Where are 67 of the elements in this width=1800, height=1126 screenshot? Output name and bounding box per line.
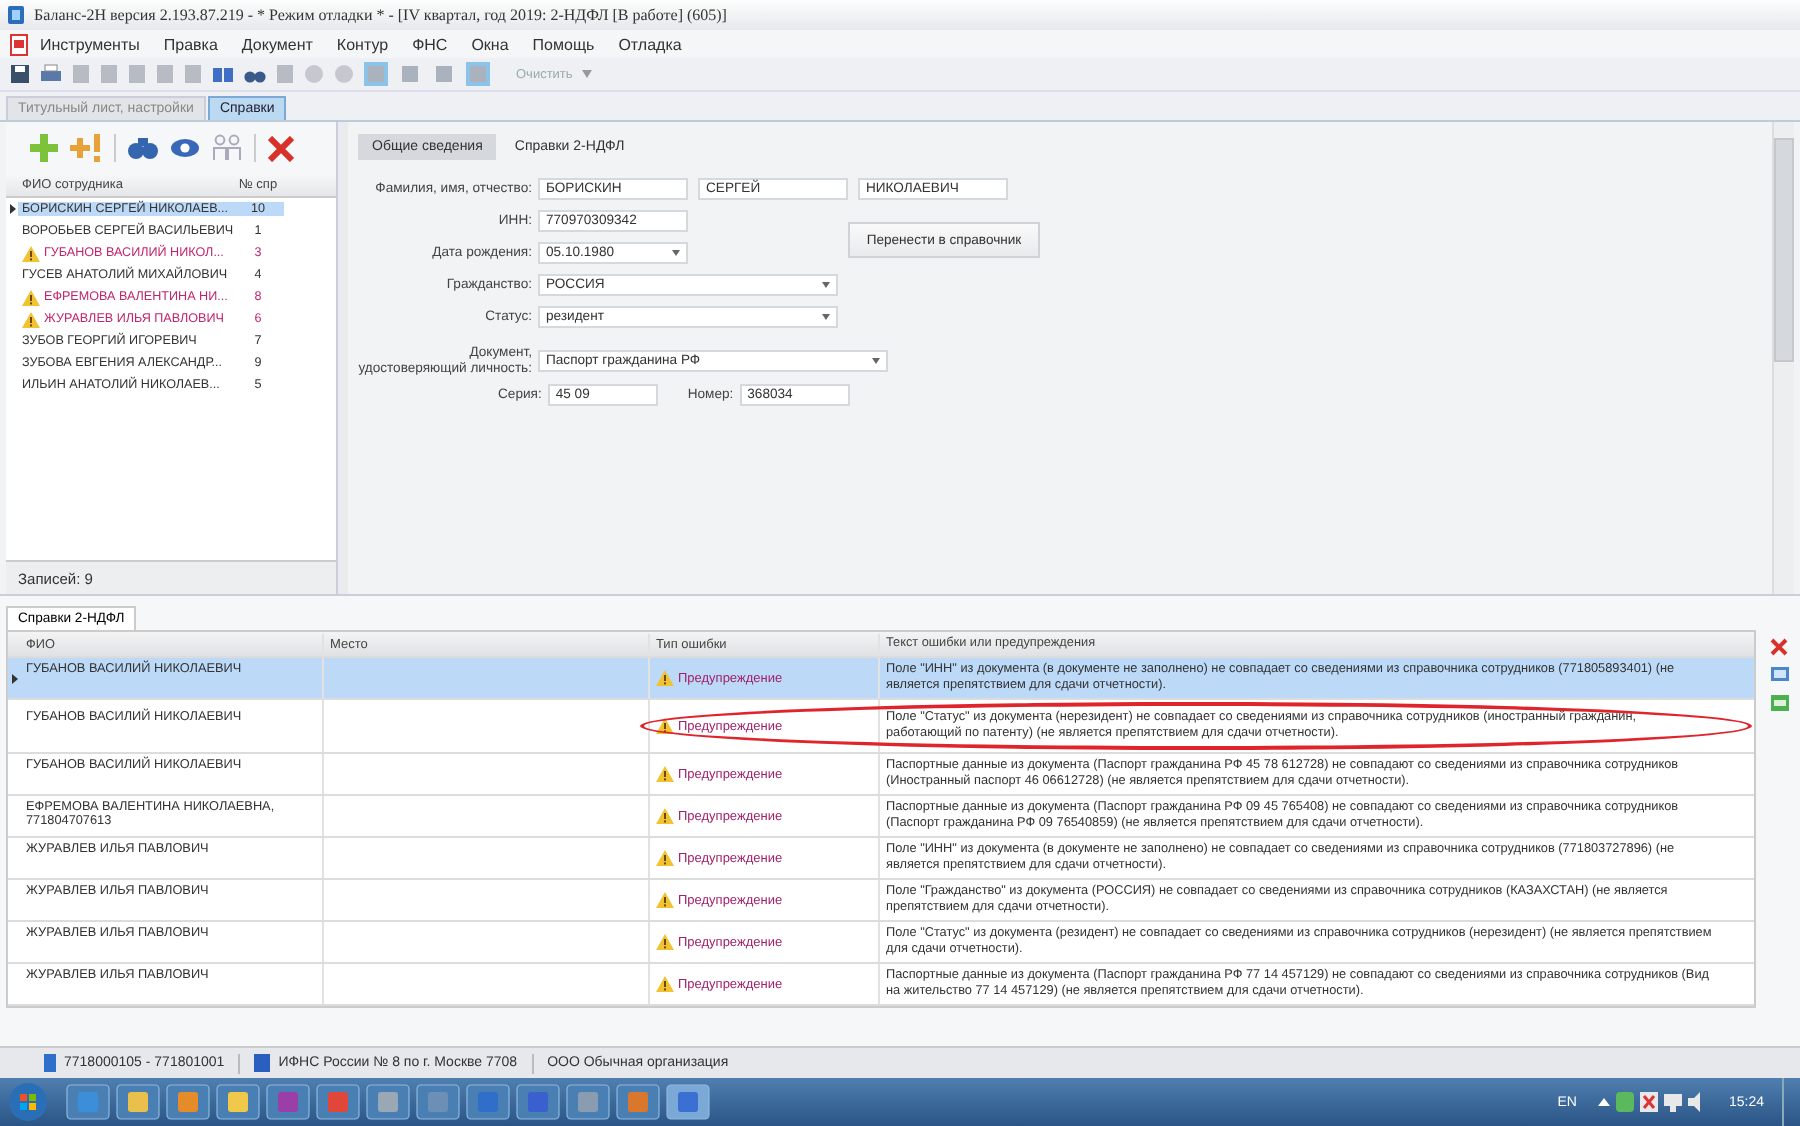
error-row[interactable] — [8, 838, 1754, 880]
warning-icon — [656, 850, 674, 866]
app-icon[interactable] — [116, 1084, 160, 1120]
page-icon[interactable] — [276, 64, 294, 84]
app-icon[interactable] — [516, 1084, 560, 1120]
app-icon[interactable] — [216, 1084, 260, 1120]
menu-item[interactable]: Помощь — [520, 35, 607, 53]
binoculars-icon[interactable] — [244, 65, 266, 83]
app-icon[interactable] — [66, 1084, 110, 1120]
plus-warning-icon[interactable] — [70, 134, 102, 162]
network-icon[interactable] — [1664, 1092, 1683, 1112]
row-pointer-icon — [9, 204, 15, 214]
warning-icon — [656, 766, 674, 782]
app-icon[interactable] — [266, 1084, 310, 1120]
caret-icon — [582, 70, 593, 78]
menu-item[interactable]: Инструменты — [28, 35, 152, 53]
circle-icon[interactable] — [304, 64, 324, 84]
caret-icon — [672, 250, 680, 256]
error-row[interactable] — [8, 964, 1754, 1006]
warning-icon — [656, 670, 674, 686]
circle-icon[interactable] — [334, 64, 354, 84]
caret-icon — [822, 314, 830, 320]
warning-icon — [656, 718, 674, 734]
app-icon[interactable] — [366, 1084, 410, 1120]
eye-icon[interactable] — [170, 138, 200, 158]
grid-icon[interactable] — [364, 62, 388, 86]
scrollbar[interactable] — [1772, 122, 1794, 594]
menu-item[interactable]: ФНС — [400, 35, 460, 53]
app-icon[interactable] — [416, 1084, 460, 1120]
delete-icon[interactable] — [1770, 638, 1788, 656]
warning-icon — [656, 892, 674, 908]
columns-icon[interactable] — [212, 65, 234, 83]
error-row[interactable] — [8, 754, 1754, 796]
window-title: Баланс-2Н версия 2.193.87.219 - * Режим отладки * - [IV квартал, год 2019: 2-НДФЛ [В работе] (605)] — [34, 6, 727, 24]
binoculars-icon[interactable] — [128, 136, 158, 160]
app-icon[interactable] — [466, 1084, 510, 1120]
start-button[interactable] — [8, 1082, 48, 1122]
app-icon[interactable] — [566, 1084, 610, 1120]
app-icon[interactable] — [316, 1084, 360, 1120]
row-pointer-icon — [11, 673, 17, 683]
error-row[interactable] — [8, 658, 1754, 700]
grid-icon[interactable] — [432, 62, 456, 86]
menu-item[interactable]: Документ — [229, 35, 325, 53]
caret-icon — [872, 358, 880, 364]
menu-item[interactable]: Отладка — [606, 35, 694, 53]
menu-item[interactable]: Контур — [324, 35, 401, 53]
people-icon[interactable] — [212, 134, 242, 162]
app-icon[interactable] — [666, 1084, 710, 1120]
app-icon — [6, 4, 26, 26]
error-row[interactable] — [8, 796, 1754, 838]
print-icon[interactable] — [40, 64, 62, 84]
warning-icon — [656, 808, 674, 824]
plus-icon[interactable] — [30, 134, 58, 162]
menu-item[interactable]: Правка — [151, 35, 230, 53]
save-icon[interactable] — [10, 64, 30, 84]
grid-icon[interactable] — [398, 62, 422, 86]
warning-icon — [656, 976, 674, 992]
grid-icon[interactable] — [466, 62, 490, 86]
app-icon[interactable] — [166, 1084, 210, 1120]
error-row[interactable] — [8, 700, 1754, 754]
menu-item[interactable]: Окна — [459, 35, 521, 53]
app-icon[interactable] — [616, 1084, 660, 1120]
tray-arrow-icon[interactable] — [1598, 1098, 1611, 1106]
monitor-icon[interactable] — [1770, 666, 1790, 684]
caret-icon — [822, 282, 830, 288]
delete-icon[interactable] — [268, 135, 294, 161]
warning-icon — [656, 934, 674, 950]
